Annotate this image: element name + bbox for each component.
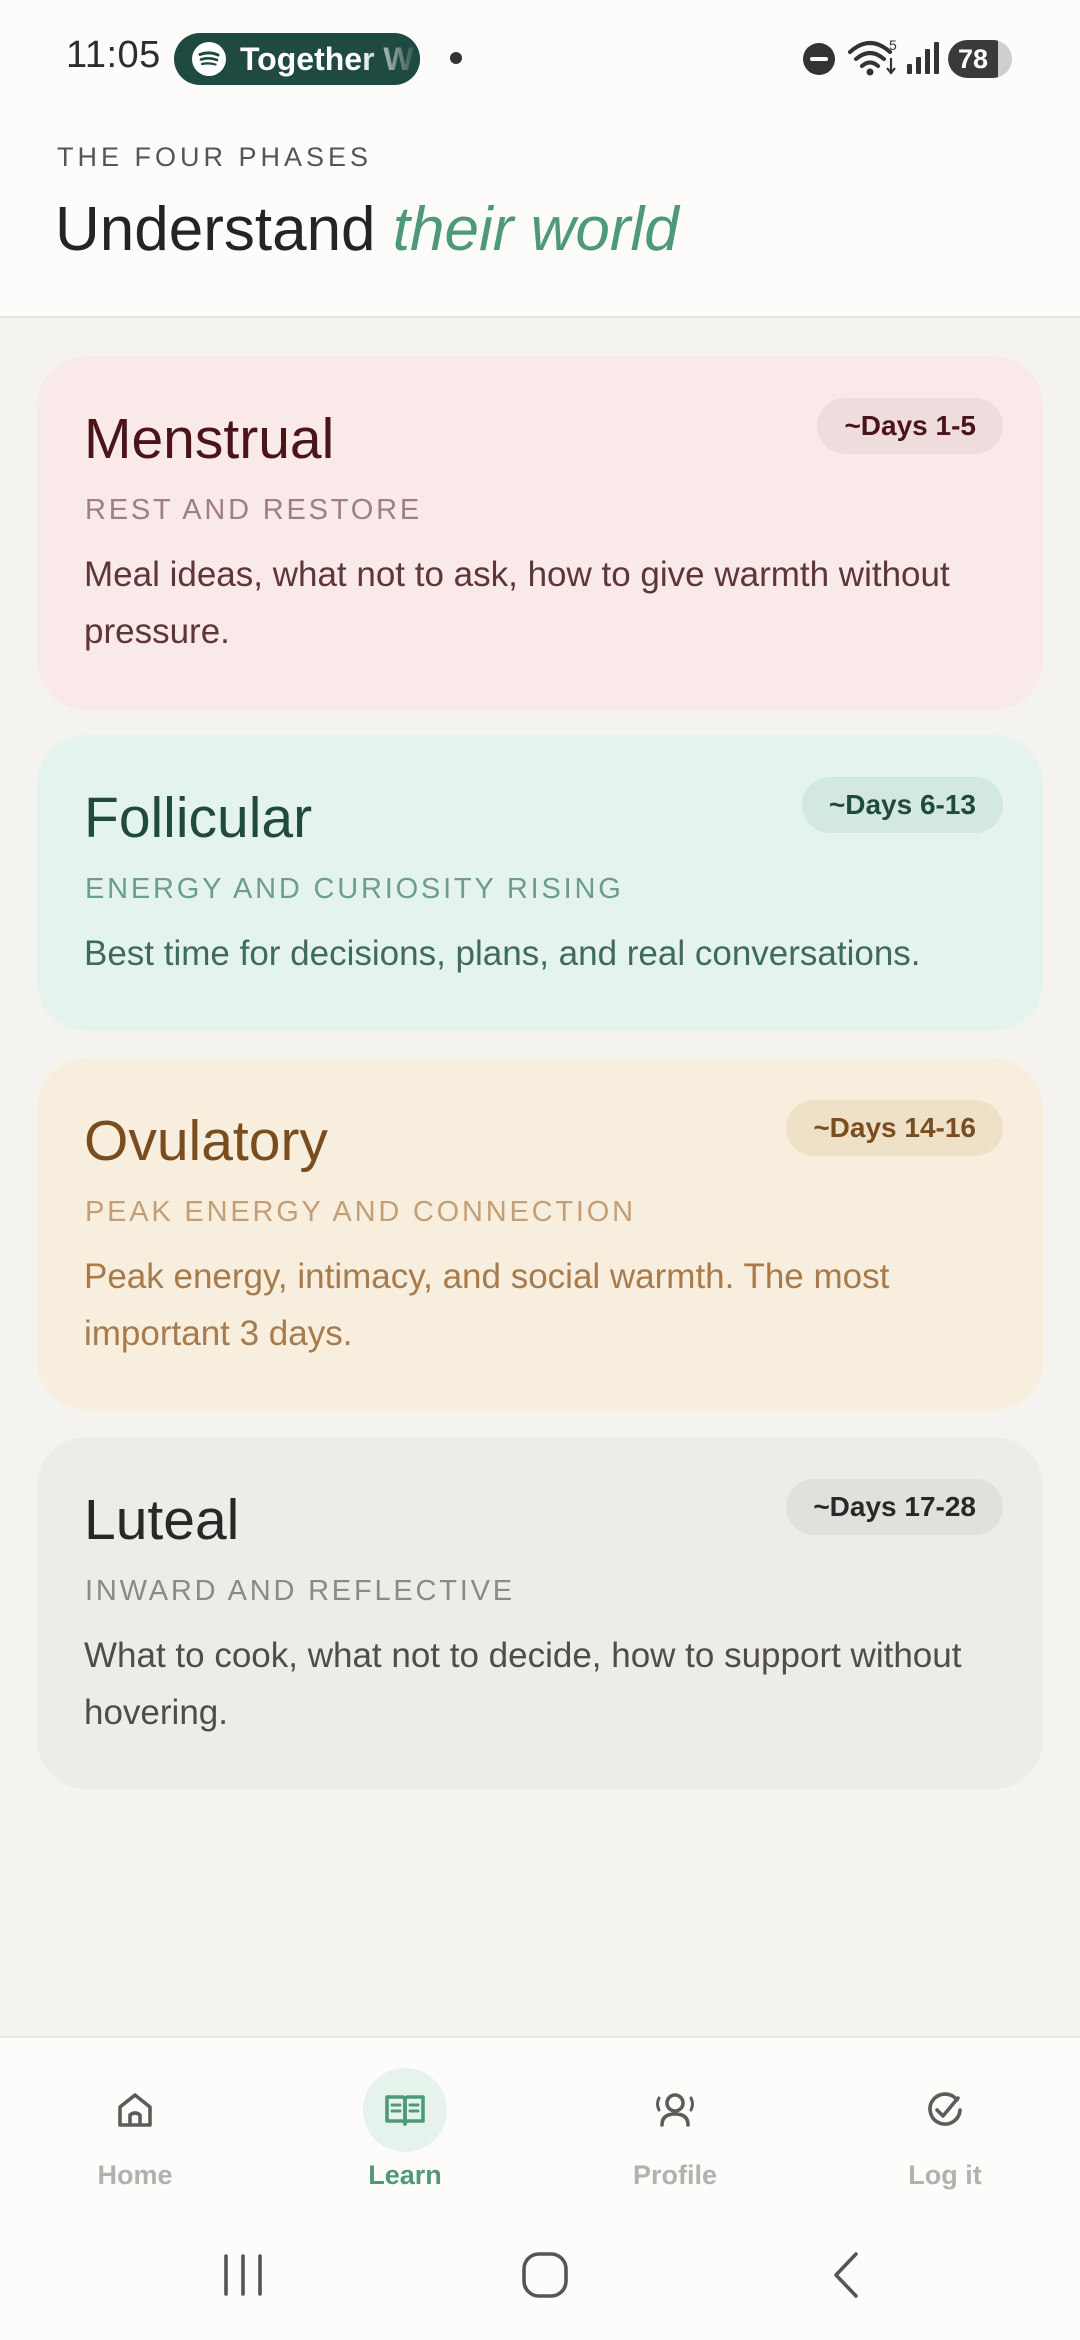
- media-fade: [360, 33, 420, 85]
- wifi-icon: 5: [848, 37, 900, 83]
- nav-item-log[interactable]: Log it: [845, 2068, 1045, 2198]
- phase-card-luteal[interactable]: Luteal ~Days 17-28 INWARD AND REFLECTIVE…: [37, 1437, 1043, 1789]
- status-time: 11:05: [66, 34, 161, 76]
- phase-card-follicular[interactable]: Follicular ~Days 6-13 ENERGY AND CURIOSI…: [37, 735, 1043, 1031]
- phase-description: Peak energy, intimacy, and social warmth…: [84, 1257, 890, 1353]
- phase-subtitle: REST AND RESTORE: [85, 494, 423, 526]
- nav-item-home[interactable]: Home: [35, 2068, 235, 2198]
- recents-icon[interactable]: [218, 2250, 268, 2305]
- phase-description: What to cook, what not to decide, how to…: [84, 1636, 962, 1732]
- phase-title: Follicular: [84, 786, 313, 850]
- signal-icon: [905, 40, 941, 81]
- home-circle-icon[interactable]: [520, 2250, 570, 2305]
- book-icon: [363, 2068, 447, 2152]
- phase-days-badge: ~Days 6-13: [801, 777, 1003, 833]
- phase-title: Ovulatory: [84, 1109, 328, 1173]
- phase-days-badge: ~Days 1-5: [817, 398, 1003, 454]
- phase-card-ovulatory[interactable]: Ovulatory ~Days 14-16 PEAK ENERGY AND CO…: [37, 1058, 1043, 1410]
- page-title-main: Understand: [55, 195, 393, 264]
- nav-label: Learn: [368, 2160, 442, 2190]
- nav-item-profile[interactable]: Profile: [575, 2068, 775, 2198]
- system-nav-bar: [0, 2220, 1080, 2340]
- phase-subtitle: ENERGY AND CURIOSITY RISING: [85, 873, 624, 905]
- nav-item-learn[interactable]: Learn: [305, 2068, 505, 2198]
- media-pill[interactable]: Together W: [174, 33, 420, 85]
- page-header: THE FOUR PHASES Understand their world: [0, 120, 1080, 318]
- phase-days-badge: ~Days 17-28: [786, 1479, 1003, 1535]
- nav-label: Profile: [632, 2160, 718, 2190]
- back-icon[interactable]: [822, 2250, 872, 2305]
- battery-level: 78: [957, 44, 989, 74]
- profile-icon: [633, 2068, 717, 2152]
- battery-icon: 78: [948, 40, 1012, 78]
- page-title: Understand their world: [55, 194, 679, 265]
- phase-title: Menstrual: [84, 407, 335, 471]
- section-eyebrow: THE FOUR PHASES: [57, 142, 373, 172]
- spotify-icon: [192, 42, 226, 76]
- phase-title: Luteal: [84, 1488, 240, 1552]
- dnd-icon: [802, 42, 836, 81]
- phase-subtitle: INWARD AND REFLECTIVE: [85, 1575, 515, 1607]
- check-circle-icon: [903, 2068, 987, 2152]
- home-icon: [93, 2068, 177, 2152]
- bottom-nav: Home Learn Profile Log it: [0, 2036, 1080, 2220]
- phase-description: Meal ideas, what not to ask, how to give…: [84, 555, 950, 651]
- phase-subtitle: PEAK ENERGY AND CONNECTION: [85, 1196, 636, 1228]
- page-title-accent: their world: [392, 195, 679, 264]
- status-bar: 11:05 Together W 5 78: [0, 0, 1080, 120]
- phase-days-badge: ~Days 14-16: [786, 1100, 1003, 1156]
- nav-label: Home: [97, 2160, 173, 2190]
- notification-dot-icon: [450, 52, 462, 64]
- phase-card-menstrual[interactable]: Menstrual ~Days 1-5 REST AND RESTORE Mea…: [37, 356, 1043, 710]
- svg-text:5: 5: [889, 38, 897, 53]
- nav-label: Log it: [908, 2160, 982, 2190]
- phase-description: Best time for decisions, plans, and real…: [84, 934, 921, 973]
